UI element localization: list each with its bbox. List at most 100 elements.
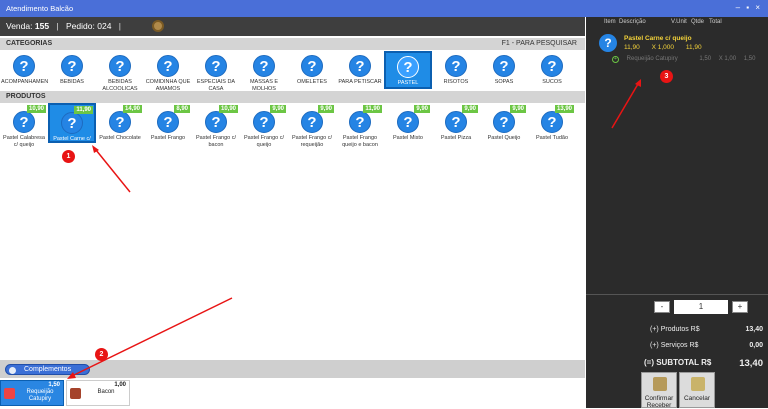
product-price: 9,90 <box>462 105 478 113</box>
pedido-label: Pedido: <box>66 21 95 31</box>
order-item-total: 11,90 <box>685 44 702 51</box>
question-icon: ? <box>445 111 467 133</box>
catupiry-icon <box>4 388 15 399</box>
complementos-toggle[interactable]: Complementos <box>5 364 90 375</box>
col-vunit: V.Unit <box>671 19 687 25</box>
product-label: Pastel Misto <box>393 135 423 141</box>
category-item[interactable]: ? PASTEL <box>384 51 432 89</box>
totals: (+) Produtos R$ 13,40 (+) Serviços R$ 0,… <box>586 324 768 372</box>
category-item[interactable]: ? COMIDINHA QUE AMAMOS <box>144 51 192 92</box>
divider <box>586 294 768 295</box>
category-item[interactable]: ? RISOTOS <box>432 51 480 89</box>
question-icon: ? <box>61 112 83 134</box>
complement-name: Requeijão Catupiry <box>626 56 678 62</box>
confirm-receive-button[interactable]: Confirmar Receber <box>641 372 677 409</box>
complement-item[interactable]: 1,50 Requeijão Catupiry <box>0 380 64 406</box>
product-item[interactable]: 10,90? Pastel Frango c/ bacon <box>192 103 240 148</box>
category-item[interactable]: ? BEBIDAS <box>48 51 96 89</box>
category-item[interactable]: ? BEBIDAS ALCOOLICAS <box>96 51 144 92</box>
product-label: Pastel Frango queijo e bacon <box>342 135 378 148</box>
annotation-marker-1: 1 <box>62 150 75 163</box>
qty-plus-button[interactable]: + <box>732 301 748 313</box>
qty-minus-button[interactable]: - <box>654 301 670 313</box>
info-bar: Venda: 155 | Pedido: 024 | <box>0 17 585 36</box>
category-item[interactable]: ? ACOMPANHAMENTOS <box>0 51 59 89</box>
product-label: Pastel Tudão <box>535 135 569 141</box>
category-item[interactable]: ? SOPAS <box>480 51 528 89</box>
product-item[interactable]: 9,90? Pastel Misto <box>384 103 432 143</box>
question-icon: ? <box>541 55 563 77</box>
category-item[interactable]: ? OMELETES <box>288 51 336 89</box>
category-label: PARA PETISCAR <box>338 79 382 85</box>
product-item[interactable]: 9,90? Pastel Frango c/ requeijão <box>288 103 336 148</box>
category-item[interactable]: ? ESPECIAIS DA CASA <box>192 51 240 92</box>
question-icon: ? <box>301 55 323 77</box>
complement-item[interactable]: 1,00 Bacon <box>66 380 130 406</box>
product-item[interactable]: 9,90? Pastel Pizza <box>432 103 480 143</box>
product-price: 10,90 <box>218 105 238 113</box>
col-qtde: Qtde <box>691 19 705 25</box>
category-label: SOPAS <box>494 79 514 85</box>
question-icon: ? <box>205 55 227 77</box>
product-label: Pastel Frango c/ queijo <box>243 135 285 148</box>
question-icon: ? <box>253 111 275 133</box>
question-icon: ? <box>109 111 131 133</box>
product-item[interactable]: 11,90? Pastel Carne c/ queijo <box>48 103 96 149</box>
order-item-values: 11,90 X 1,000 11,90 <box>624 44 712 51</box>
confirm-label: Confirmar Receber <box>644 395 674 409</box>
product-label: Pastel Pizza <box>440 135 472 141</box>
question-icon: ? <box>205 111 227 133</box>
category-item[interactable]: ? SUCOS <box>528 51 576 89</box>
question-icon: ? <box>61 55 83 77</box>
product-item[interactable]: 9,90? Pastel Queijo <box>480 103 528 143</box>
product-item[interactable]: 14,90? Pastel Chocolate <box>96 103 144 143</box>
question-icon: ? <box>541 111 563 133</box>
eraser-icon <box>691 377 705 391</box>
product-label: Pastel Chocolate <box>99 135 141 141</box>
category-label: OMELETES <box>297 79 327 85</box>
categorias-header: CATEGORIAS F1 - PARA PESQUISAR <box>0 38 585 50</box>
category-label: RISOTOS <box>443 79 469 85</box>
servicos-total-row: (+) Serviços R$ 0,00 <box>586 340 768 356</box>
window-controls[interactable]: – ▪ × <box>736 3 762 12</box>
order-item-qtde: X 1,000 <box>651 44 675 51</box>
main-panel: Venda: 155 | Pedido: 024 | CATEGORIAS F1… <box>0 17 585 408</box>
product-label: Pastel Frango c/ bacon <box>195 135 237 148</box>
cancel-label: Cancelar <box>683 395 710 402</box>
product-item[interactable]: 8,90? Pastel Frango <box>144 103 192 143</box>
order-complement[interactable]: + Requeijão Catupiry 1,50 X 1,00 1,50 <box>612 56 761 63</box>
subtotal-row: (=) SUBTOTAL R$ 13,40 <box>586 356 768 372</box>
category-item[interactable]: ? PARA PETISCAR <box>336 51 384 89</box>
question-icon: ? <box>493 111 515 133</box>
product-label: Pastel Calabresa c/ queijo <box>3 135 45 148</box>
complementos-grid: 1,50 Requeijão Catupiry 1,00 Bacon <box>0 380 132 406</box>
servicos-total-label: (+) Serviços R$ <box>650 342 699 349</box>
user-icon[interactable] <box>152 20 164 32</box>
qty-input[interactable]: 1 <box>674 300 728 314</box>
col-total: Total <box>709 19 722 25</box>
subtotal-value: 13,40 <box>739 358 763 369</box>
order-header: Item Descrição V.Unit Qtde Total <box>586 17 768 29</box>
product-label: Pastel Frango c/ requeijão <box>291 135 333 148</box>
receipt-icon <box>653 377 667 391</box>
category-label: SUCOS <box>542 79 562 85</box>
question-icon: ? <box>253 55 275 77</box>
search-hint: F1 - PARA PESQUISAR <box>501 40 577 47</box>
complement-price: 1,00 <box>114 382 126 388</box>
category-label: BEBIDAS <box>60 79 84 85</box>
category-label: PASTEL <box>397 80 419 86</box>
order-line[interactable]: ? Pastel Carne c/ queijo 11,90 X 1,000 1… <box>586 32 768 84</box>
produtos-total-label: (+) Produtos R$ <box>650 326 700 333</box>
cancel-button[interactable]: Cancelar <box>679 372 715 408</box>
category-item[interactable]: ? MASSAS E MOLHOS <box>240 51 288 92</box>
product-item[interactable]: 13,90? Pastel Tudão <box>528 103 576 143</box>
order-panel: Item Descrição V.Unit Qtde Total ? Paste… <box>586 17 768 409</box>
complement-vunit: 1,50 <box>699 56 712 62</box>
produtos-total-value: 13,40 <box>745 326 763 333</box>
question-icon: ? <box>157 111 179 133</box>
col-descricao: Descrição <box>619 19 646 25</box>
product-item[interactable]: 11,90? Pastel Frango queijo e bacon <box>336 103 384 148</box>
product-item[interactable]: 10,90? Pastel Calabresa c/ queijo <box>0 103 48 148</box>
question-icon: ? <box>301 111 323 133</box>
product-item[interactable]: 9,90? Pastel Frango c/ queijo <box>240 103 288 148</box>
